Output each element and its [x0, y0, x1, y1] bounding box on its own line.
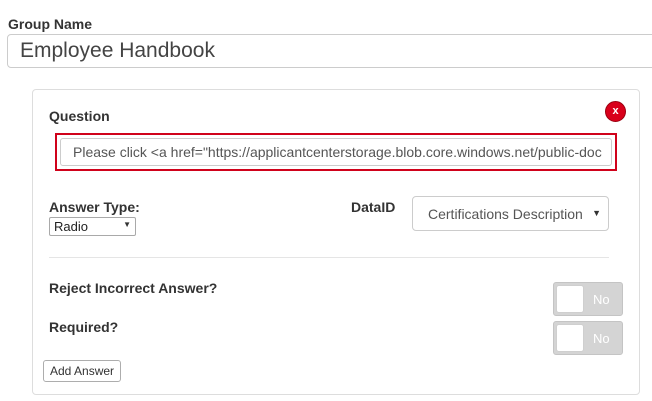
- question-highlight: [55, 133, 617, 171]
- data-id-select[interactable]: Certifications Description ▼: [412, 196, 609, 231]
- required-toggle[interactable]: No: [553, 321, 623, 355]
- chevron-down-icon: ▼: [592, 208, 601, 218]
- answer-type-value: Radio: [54, 219, 88, 234]
- toggle-knob: [556, 285, 584, 313]
- answer-type-label: Answer Type:: [49, 199, 140, 215]
- reject-incorrect-label: Reject Incorrect Answer?: [49, 280, 218, 296]
- group-name-input[interactable]: [7, 34, 652, 68]
- data-id-label: DataID: [351, 199, 396, 215]
- question-input[interactable]: [60, 138, 612, 166]
- group-name-label: Group Name: [8, 16, 93, 32]
- required-label: Required?: [49, 319, 119, 335]
- toggle-state: No: [593, 292, 610, 307]
- data-id-value: Certifications Description: [428, 206, 583, 222]
- answer-type-select[interactable]: Radio ▼: [49, 217, 136, 236]
- toggle-knob: [556, 324, 584, 352]
- toggle-state: No: [593, 331, 610, 346]
- question-panel: Question x Answer Type: Radio ▼ DataID C…: [32, 89, 640, 395]
- chevron-down-icon: ▼: [123, 220, 131, 229]
- reject-incorrect-toggle[interactable]: No: [553, 282, 623, 316]
- question-label: Question: [49, 108, 110, 124]
- close-icon: x: [612, 105, 619, 117]
- divider: [49, 257, 609, 258]
- add-answer-button[interactable]: Add Answer: [43, 360, 122, 382]
- close-button[interactable]: x: [605, 101, 626, 122]
